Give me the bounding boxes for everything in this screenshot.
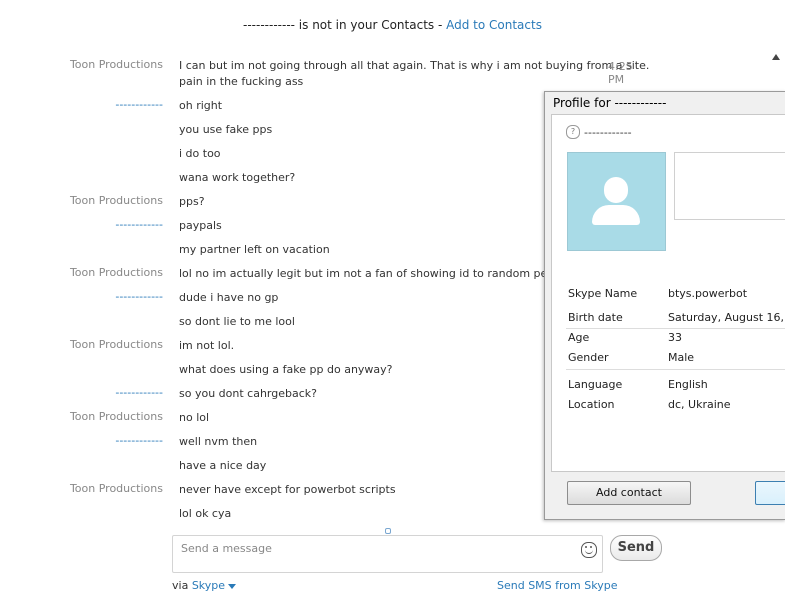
- avatar: [567, 152, 666, 251]
- add-contact-button[interactable]: Add contact: [567, 481, 691, 505]
- message-text: I can but im not going through all that …: [179, 59, 650, 72]
- profile-display-name: ------------: [584, 126, 632, 139]
- profile-field-value: dc, Ukraine: [668, 398, 731, 411]
- message-sender: Toon Productions: [69, 410, 163, 423]
- typing-indicator-dot: [385, 528, 391, 534]
- profile-field-label: Language: [568, 378, 623, 391]
- message-input-placeholder: Send a message: [181, 542, 272, 555]
- message-row: you use fake pps: [0, 122, 540, 138]
- send-button[interactable]: Send: [610, 535, 662, 561]
- profile-field-value: Male: [668, 351, 695, 364]
- message-row: ------------ paypals: [0, 218, 540, 234]
- message-text: well nvm then: [179, 435, 258, 448]
- message-sender: ------------: [115, 434, 163, 447]
- message-row: Toon Productions no lol: [0, 410, 540, 426]
- message-text: pain in the fucking ass: [179, 75, 304, 88]
- message-text: have a nice day: [179, 459, 267, 472]
- message-sender: ------------: [115, 386, 163, 399]
- avatar-head-icon: [604, 177, 628, 203]
- via-label: via: [172, 579, 189, 592]
- profile-footer: Add contact: [551, 477, 785, 513]
- message-row: ------------ oh right: [0, 98, 540, 114]
- profile-field-label: Skype Name: [568, 287, 638, 300]
- via-service-selector: via Skype: [172, 579, 237, 592]
- message-text: im not lol.: [179, 339, 235, 352]
- message-row: Toon Productions I can but im not going t…: [0, 58, 649, 86]
- message-text: so dont lie to me lool: [179, 315, 295, 328]
- divider: [566, 328, 785, 329]
- add-to-contacts-link[interactable]: Add to Contacts: [446, 18, 542, 32]
- profile-field-label: Gender: [568, 351, 609, 364]
- mood-message-box: [674, 152, 785, 220]
- message-row: Toon Productions im not lol.: [0, 338, 540, 354]
- message-text: my partner left on vacation: [179, 243, 330, 256]
- message-sender: ------------: [115, 290, 163, 303]
- message-row: have a nice day: [0, 458, 540, 474]
- message-text: wana work together?: [179, 171, 296, 184]
- message-input[interactable]: Send a message: [172, 535, 603, 573]
- profile-field-value: btys.powerbot: [668, 287, 748, 300]
- message-text: never have except for powerbot scripts: [179, 483, 396, 496]
- profile-card: ? ------------ Skype Name btys.powerbot Bi…: [551, 114, 785, 472]
- profile-field-label: Birth date: [568, 311, 623, 324]
- message-row: what does using a fake pp do anyway?: [0, 362, 540, 378]
- avatar-body-icon: [592, 205, 640, 225]
- message-text: lol no im actually legit but im not a fa…: [179, 267, 571, 280]
- message-sender: Toon Productions: [69, 266, 163, 279]
- divider: [566, 369, 785, 370]
- message-sender: Toon Productions: [69, 482, 163, 495]
- message-row: ------------ so you dont cahrgeback?: [0, 386, 540, 402]
- message-timestamp: 4:25 PM: [608, 60, 633, 86]
- send-sms-link[interactable]: Send SMS from Skype: [497, 579, 617, 592]
- message-row: i do too: [0, 146, 540, 162]
- scroll-up-arrow-icon[interactable]: [772, 54, 780, 60]
- profile-window-title: Profile for ------------: [553, 96, 667, 110]
- message-row: lol ok cya: [0, 506, 540, 522]
- message-row: ------------ well nvm then: [0, 434, 540, 450]
- profile-field-value: English: [668, 378, 708, 391]
- profile-field-label: Location: [568, 398, 615, 411]
- profile-window: Profile for ------------ ? ------------ …: [544, 91, 785, 520]
- not-in-contacts-banner: ------------ is not in your Contacts - A…: [0, 18, 785, 32]
- message-text: lol ok cya: [179, 507, 232, 520]
- message-row: Toon Productions lol no im actually legit…: [0, 266, 571, 282]
- emoticon-icon[interactable]: [581, 542, 597, 558]
- message-text: so you dont cahrgeback?: [179, 387, 317, 400]
- message-text: pps?: [179, 195, 205, 208]
- message-sender: ------------: [115, 98, 163, 111]
- profile-field-value: 33: [668, 331, 682, 344]
- banner-text: ------------ is not in your Contacts -: [243, 18, 447, 32]
- message-row: ------------ dude i have no gp: [0, 290, 540, 306]
- message-text: what does using a fake pp do anyway?: [179, 363, 393, 376]
- chat-scrollbar[interactable]: [768, 50, 785, 90]
- message-text: oh right: [179, 99, 223, 112]
- message-text: no lol: [179, 411, 210, 424]
- via-service-dropdown[interactable]: Skype: [191, 579, 237, 592]
- message-row: Toon Productions never have except for po…: [0, 482, 540, 498]
- message-text: you use fake pps: [179, 123, 273, 136]
- message-text: i do too: [179, 147, 221, 160]
- message-text: dude i have no gp: [179, 291, 279, 304]
- chevron-down-icon: [228, 583, 237, 589]
- message-sender: Toon Productions: [69, 338, 163, 351]
- message-sender: Toon Productions: [69, 58, 163, 71]
- via-service-name: Skype: [191, 579, 226, 592]
- unknown-status-icon: ?: [566, 125, 580, 139]
- profile-field-value: Saturday, August 16, 19: [668, 311, 785, 324]
- message-sender: Toon Productions: [69, 194, 163, 207]
- close-profile-button[interactable]: [755, 481, 785, 505]
- message-text: paypals: [179, 219, 222, 232]
- message-row: so dont lie to me lool: [0, 314, 540, 330]
- profile-field-label: Age: [568, 331, 590, 344]
- message-row: wana work together?: [0, 170, 540, 186]
- message-row: Toon Productions pps?: [0, 194, 540, 210]
- message-sender: ------------: [115, 218, 163, 231]
- message-row: pain in the fucking ass: [0, 74, 540, 90]
- chat-history: Toon Productions I can but im not going t…: [0, 55, 649, 525]
- message-row: my partner left on vacation: [0, 242, 540, 258]
